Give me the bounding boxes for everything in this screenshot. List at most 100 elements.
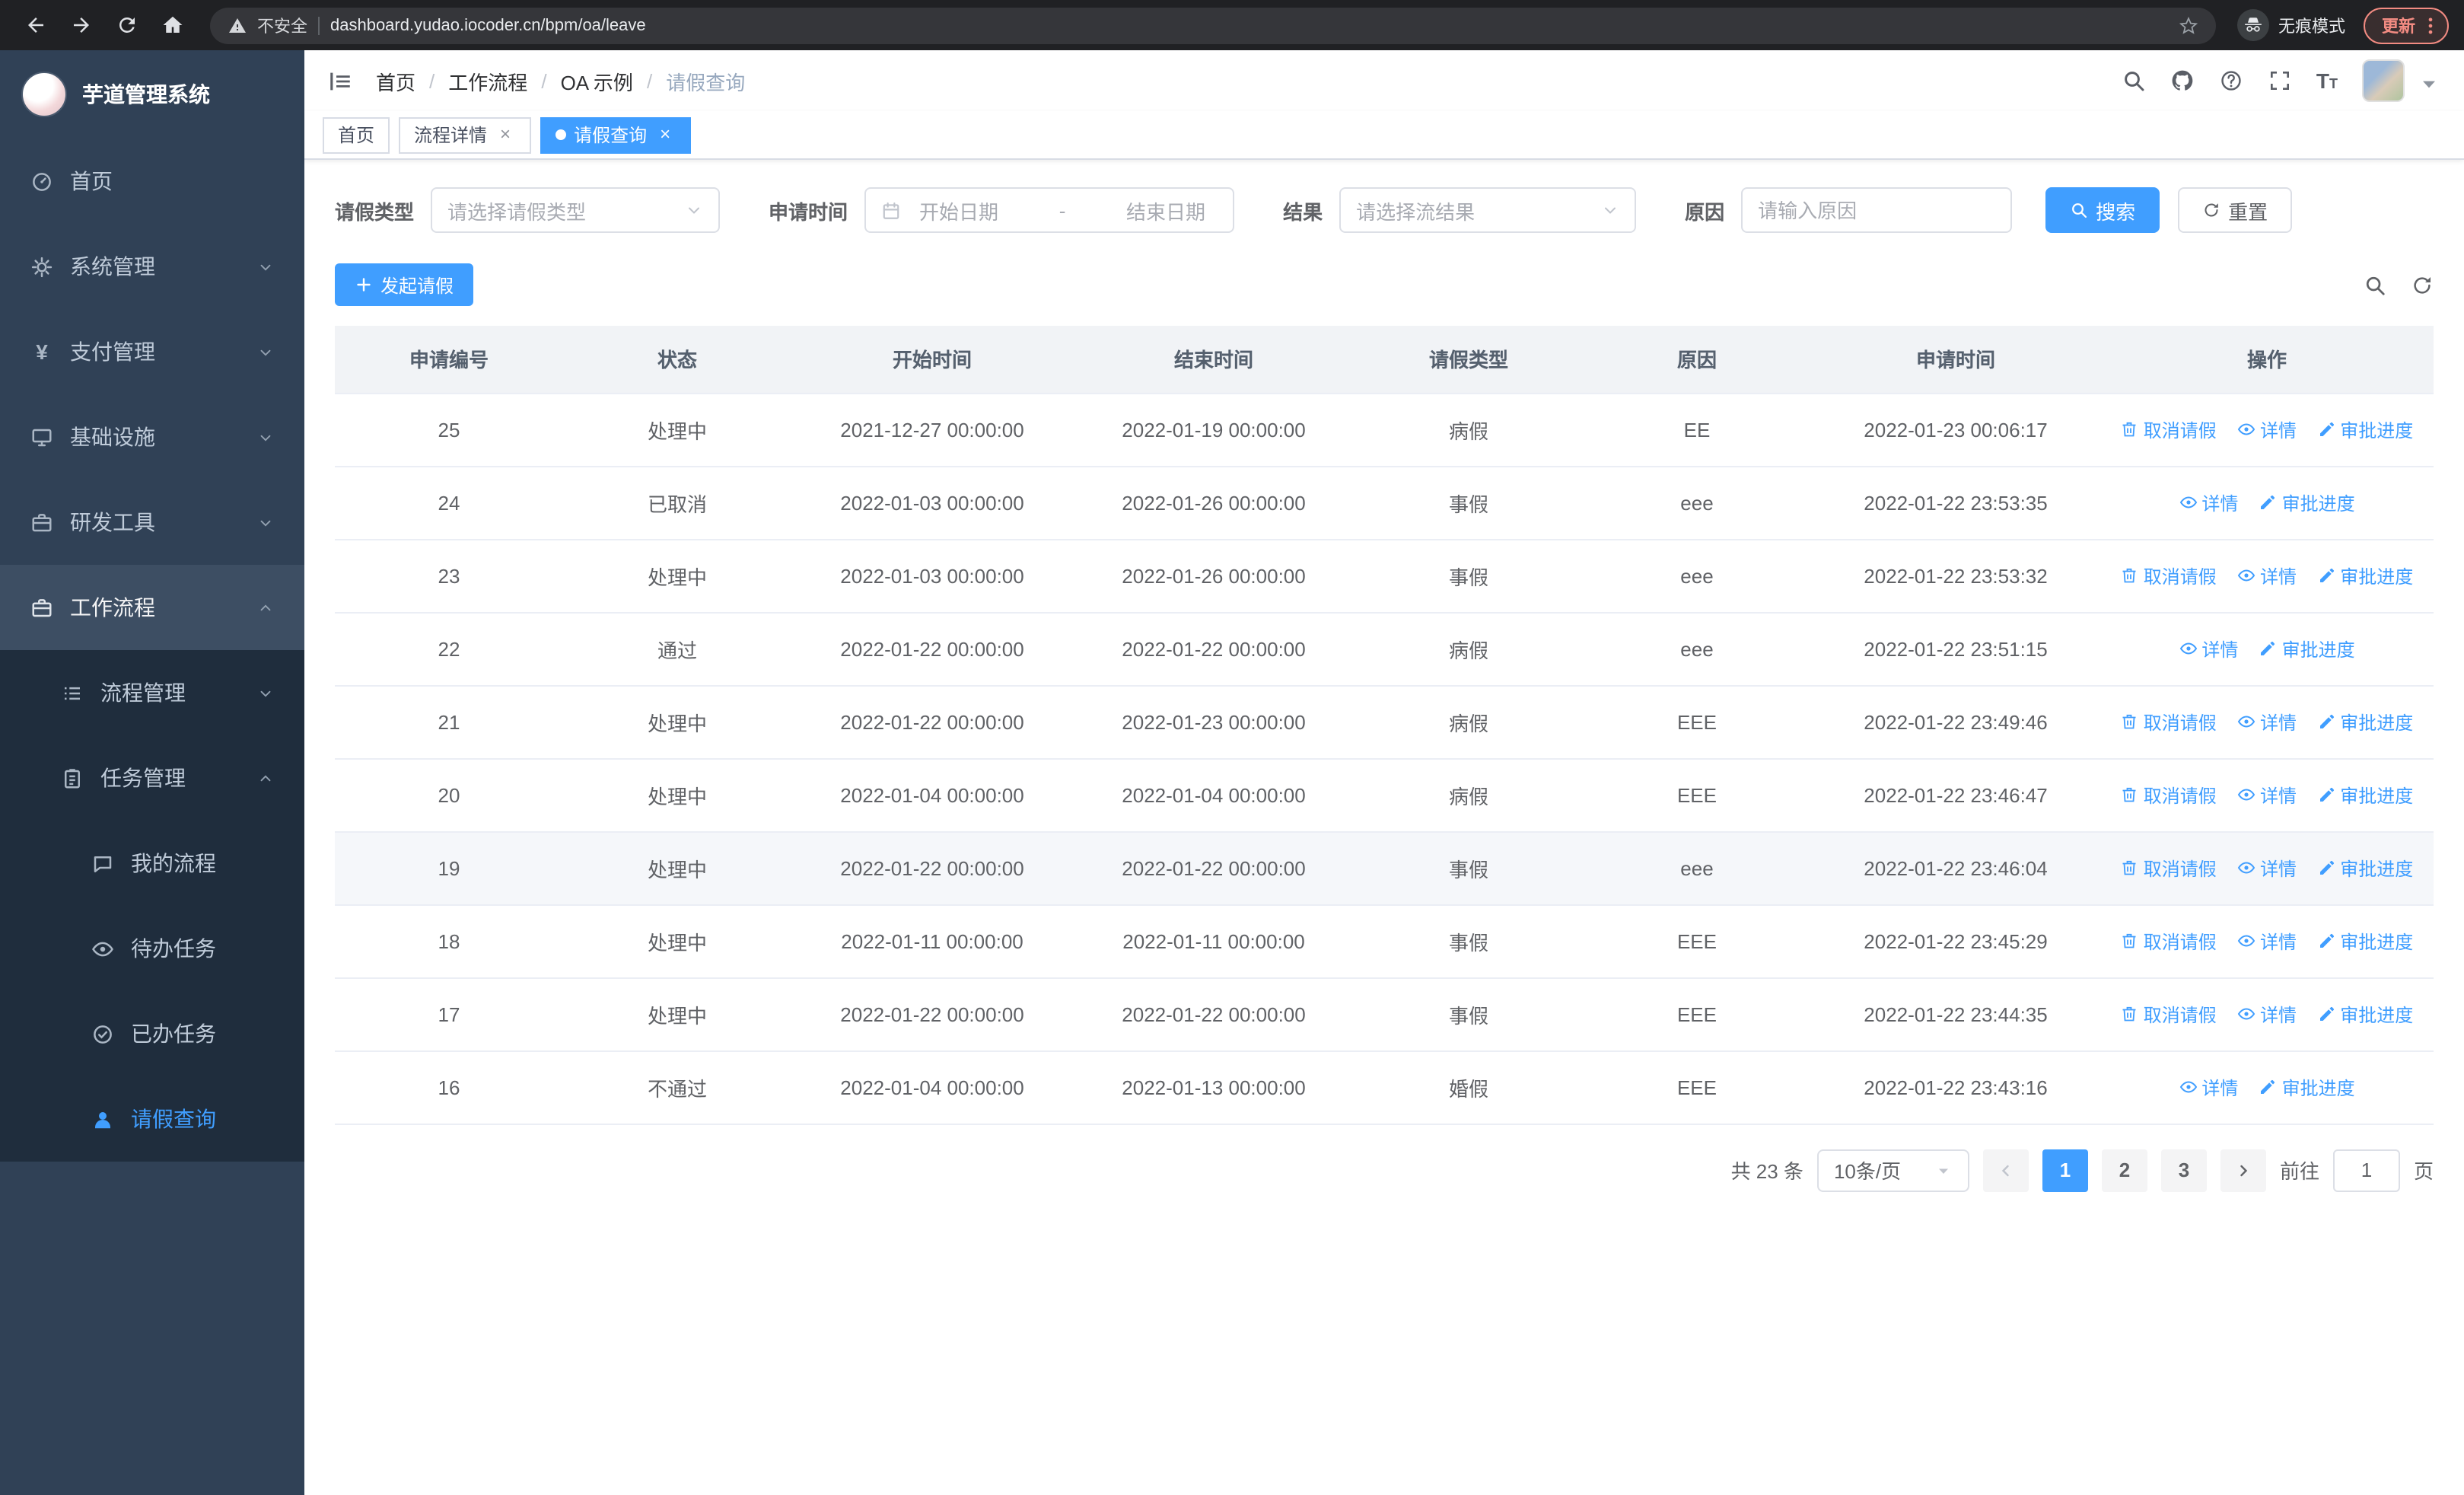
font-size-icon[interactable]: TT <box>2316 70 2338 91</box>
cancel-leave-link[interactable]: 取消请假 <box>2121 928 2217 954</box>
approval-progress-link[interactable]: 审批进度 <box>2317 782 2413 808</box>
fullscreen-icon[interactable] <box>2268 69 2292 93</box>
hide-search-icon[interactable] <box>2364 273 2386 296</box>
bookmark-star-icon[interactable] <box>2179 16 2198 34</box>
prev-page-button[interactable] <box>1982 1149 2029 1191</box>
table-row: 17 处理中 2022-01-22 00:00:00 2022-01-22 00… <box>335 977 2434 1051</box>
reason-input[interactable] <box>1758 199 1996 222</box>
cell-leave-type: 病假 <box>1355 612 1583 686</box>
chevron-up-icon <box>257 599 274 616</box>
search-icon[interactable] <box>2122 69 2146 93</box>
page-button-3[interactable]: 3 <box>2160 1149 2207 1191</box>
sidebar-item-leave-query[interactable]: 请假查询 <box>0 1076 304 1162</box>
approval-progress-link[interactable]: 审批进度 <box>2259 1074 2355 1100</box>
chevron-down-icon <box>257 684 274 701</box>
page-button-2[interactable]: 2 <box>2101 1149 2147 1191</box>
done-icon <box>91 1022 114 1045</box>
approval-progress-link[interactable]: 审批进度 <box>2317 709 2413 735</box>
approval-progress-link[interactable]: 审批进度 <box>2317 563 2413 588</box>
detail-link[interactable]: 详情 <box>2237 416 2297 442</box>
detail-link[interactable]: 详情 <box>2237 1001 2297 1027</box>
breadcrumb-oa-example[interactable]: OA 示例 <box>561 66 633 95</box>
next-page-button[interactable] <box>2220 1149 2266 1191</box>
cancel-leave-link[interactable]: 取消请假 <box>2121 709 2217 735</box>
sidebar-item-infrastructure[interactable]: 基础设施 <box>0 394 304 480</box>
github-icon[interactable] <box>2170 69 2195 93</box>
reset-button[interactable]: 重置 <box>2178 187 2293 233</box>
cell-operations: 取消请假 详情 审批进度 <box>2100 831 2434 905</box>
cell-start-time: 2022-01-22 00:00:00 <box>791 831 1073 905</box>
update-browser-button[interactable]: 更新 <box>2364 7 2449 43</box>
back-button[interactable] <box>15 5 55 45</box>
cell-reason: eee <box>1583 831 1811 905</box>
close-icon[interactable]: × <box>654 123 676 145</box>
chevron-down-icon <box>685 201 703 219</box>
cancel-leave-link[interactable]: 取消请假 <box>2121 416 2217 442</box>
chevron-down-icon <box>257 258 274 275</box>
tag-leave-query[interactable]: 请假查询 × <box>540 116 692 153</box>
approval-progress-link[interactable]: 审批进度 <box>2259 489 2355 515</box>
search-button[interactable]: 搜索 <box>2045 187 2160 233</box>
sidebar-item-dev-tools[interactable]: 研发工具 <box>0 480 304 565</box>
avatar[interactable] <box>2362 59 2405 102</box>
leave-type-select[interactable]: 请选择请假类型 <box>431 187 721 233</box>
sidebar-item-task-management[interactable]: 任务管理 <box>0 735 304 821</box>
reload-button[interactable] <box>107 5 146 45</box>
chevron-down-icon <box>257 343 274 360</box>
page-button-1[interactable]: 1 <box>2042 1149 2088 1191</box>
filter-apply-time: 申请时间 开始日期 - 结束日期 <box>769 187 1235 233</box>
cancel-leave-link[interactable]: 取消请假 <box>2121 563 2217 588</box>
chat-icon <box>91 852 114 875</box>
breadcrumb-home[interactable]: 首页 <box>376 66 415 95</box>
caret-down-icon[interactable] <box>2417 72 2441 96</box>
detail-link[interactable]: 详情 <box>2237 563 2297 588</box>
help-icon[interactable] <box>2219 69 2243 93</box>
incognito-badge: 无痕模式 <box>2234 9 2357 41</box>
create-leave-button[interactable]: 发起请假 <box>335 263 474 306</box>
sidebar-item-system-management[interactable]: 系统管理 <box>0 224 304 309</box>
sidebar-item-my-processes[interactable]: 我的流程 <box>0 821 304 906</box>
home-button[interactable] <box>152 5 192 45</box>
date-range-picker[interactable]: 开始日期 - 结束日期 <box>864 187 1235 233</box>
cancel-leave-link[interactable]: 取消请假 <box>2121 1001 2217 1027</box>
yen-icon: ¥ <box>36 339 48 364</box>
cancel-leave-link[interactable]: 取消请假 <box>2121 855 2217 881</box>
detail-link[interactable]: 详情 <box>2179 636 2238 661</box>
sidebar-item-workflow[interactable]: 工作流程 <box>0 565 304 650</box>
forward-button[interactable] <box>61 5 100 45</box>
tag-home[interactable]: 首页 <box>323 116 390 153</box>
breadcrumb-workflow[interactable]: 工作流程 <box>448 66 527 95</box>
close-icon[interactable]: × <box>495 123 516 145</box>
approval-progress-link[interactable]: 审批进度 <box>2259 636 2355 661</box>
approval-progress-link[interactable]: 审批进度 <box>2317 416 2413 442</box>
goto-page-input[interactable] <box>2332 1149 2400 1191</box>
result-select[interactable]: 请选择流结果 <box>1339 187 1637 233</box>
cancel-leave-link[interactable]: 取消请假 <box>2121 782 2217 808</box>
detail-link[interactable]: 详情 <box>2179 489 2238 515</box>
sidebar-item-payment-management[interactable]: ¥ 支付管理 <box>0 309 304 394</box>
select-placeholder: 请选择流结果 <box>1356 200 1476 223</box>
sidebar-item-process-management[interactable]: 流程管理 <box>0 650 304 735</box>
detail-link[interactable]: 详情 <box>2237 782 2297 808</box>
approval-progress-link[interactable]: 审批进度 <box>2317 855 2413 881</box>
detail-link[interactable]: 详情 <box>2237 709 2297 735</box>
tag-process-detail[interactable]: 流程详情 × <box>399 116 532 153</box>
detail-link[interactable]: 详情 <box>2179 1074 2238 1100</box>
result-label: 结果 <box>1283 200 1323 223</box>
refresh-table-icon[interactable] <box>2411 273 2434 296</box>
page-size-select[interactable]: 10条/页 <box>1816 1149 1969 1191</box>
address-bar[interactable]: 不安全 dashboard.yudao.iocoder.cn/bpm/oa/le… <box>210 7 2216 43</box>
sidebar-toggle-icon[interactable] <box>327 68 353 94</box>
sidebar-item-home[interactable]: 首页 <box>0 139 304 224</box>
sidebar-item-pending-tasks[interactable]: 待办任务 <box>0 906 304 991</box>
approval-progress-link[interactable]: 审批进度 <box>2317 928 2413 954</box>
menu-label: 研发工具 <box>70 510 155 534</box>
sidebar-item-done-tasks[interactable]: 已办任务 <box>0 991 304 1076</box>
approval-progress-link[interactable]: 审批进度 <box>2317 1001 2413 1027</box>
cell-end-time: 2022-01-13 00:00:00 <box>1073 1050 1355 1124</box>
browser-menu-icon[interactable] <box>2420 14 2441 36</box>
cell-apply-no: 19 <box>335 831 563 905</box>
detail-link[interactable]: 详情 <box>2237 855 2297 881</box>
menu-label: 已办任务 <box>131 1022 216 1046</box>
detail-link[interactable]: 详情 <box>2237 928 2297 954</box>
